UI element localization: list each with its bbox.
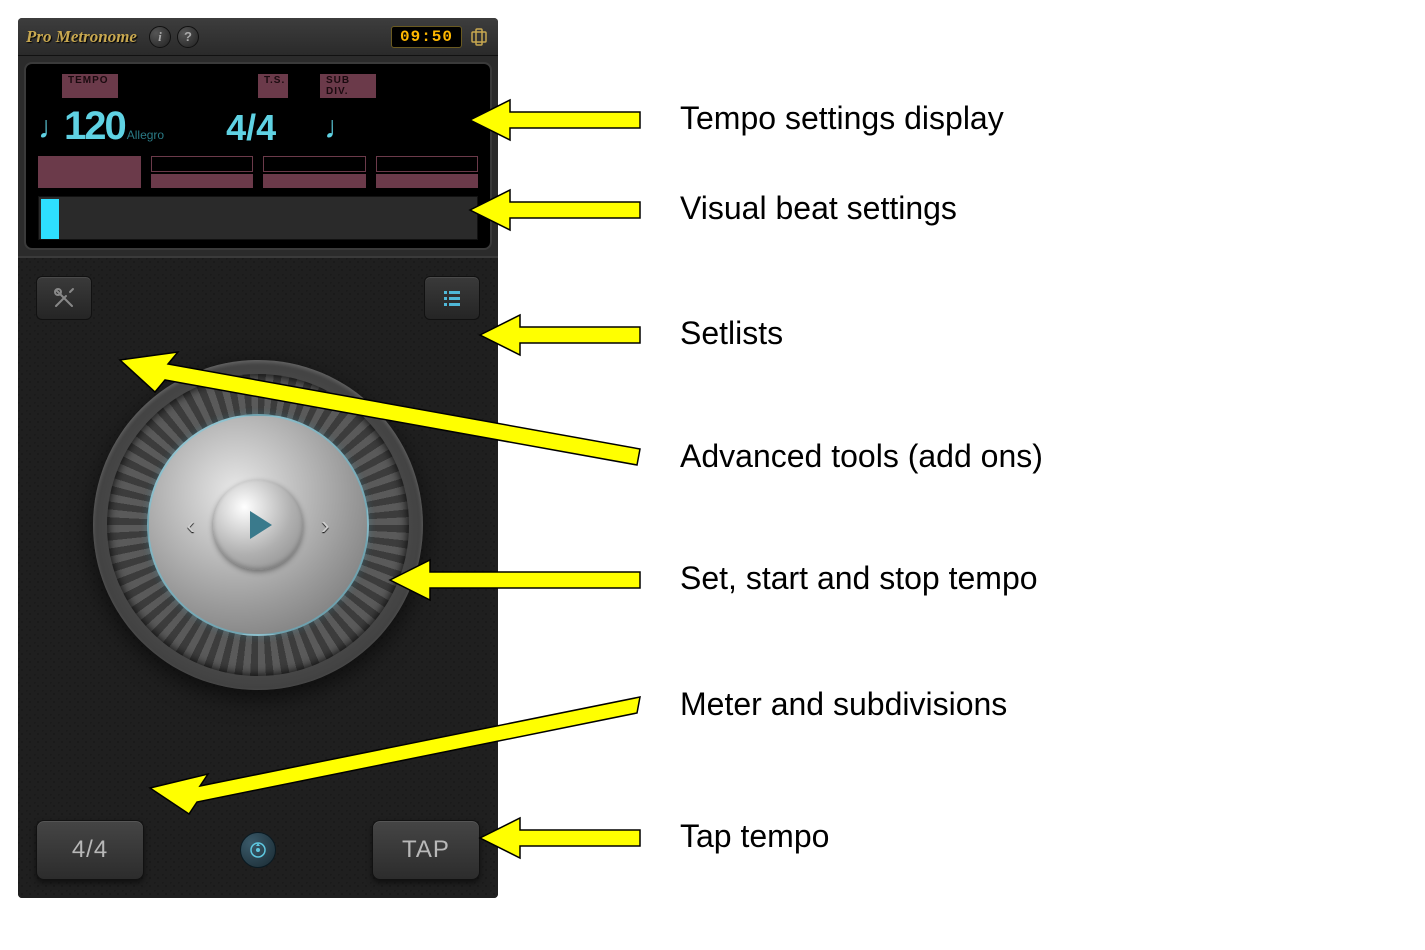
app-header: Pro Metronome i ? 09:50 — [18, 18, 498, 56]
help-button[interactable]: ? — [177, 26, 199, 48]
rotate-icon — [470, 28, 488, 46]
control-panel: ‹ › 4/4 TAP — [18, 256, 498, 898]
annotation-setlists: Setlists — [660, 315, 783, 352]
beat-box-3[interactable] — [263, 156, 366, 188]
tempo-value: 120 — [64, 106, 125, 146]
tap-tempo-button[interactable]: TAP — [372, 820, 480, 880]
annotation-label: Meter and subdivisions — [680, 686, 1007, 723]
subdiv-note-icon: ♩ — [324, 109, 356, 146]
annotation-label: Visual beat settings — [680, 190, 957, 227]
meter-button[interactable]: 4/4 — [36, 820, 144, 880]
annotation-tempo-display: Tempo settings display — [660, 100, 1004, 137]
tempo-decrease-button[interactable]: ‹ — [186, 510, 195, 541]
beat-accent-row[interactable] — [38, 156, 478, 188]
annotation-tap: Tap tempo — [660, 818, 829, 855]
lcd-heading-row: TEMPO T.S. SUB DIV. — [38, 74, 478, 98]
visual-beat-bar[interactable] — [38, 196, 478, 240]
tempo-increase-button[interactable]: › — [321, 510, 330, 541]
dial-face: ‹ › — [147, 414, 369, 636]
tools-icon — [52, 286, 76, 310]
list-icon — [440, 286, 464, 310]
annotation-advanced-tools: Advanced tools (add ons) — [660, 438, 1043, 475]
info-icon: i — [158, 29, 162, 45]
tempo-heading: TEMPO — [62, 74, 118, 98]
clock-display: 09:50 — [391, 26, 462, 48]
meter-button-label: 4/4 — [72, 836, 108, 864]
lcd-panel: TEMPO T.S. SUB DIV. ♩ 120 Allegro 4/4 ♩ — [24, 62, 492, 250]
annotation-label: Advanced tools (add ons) — [680, 438, 1043, 475]
tap-button-label: TAP — [402, 836, 450, 864]
time-signature-value: 4/4 — [226, 110, 276, 146]
bottom-button-row: 4/4 TAP — [36, 820, 480, 880]
annotation-label: Set, start and stop tempo — [680, 560, 1038, 597]
beat-box-4[interactable] — [376, 156, 479, 188]
setlists-button[interactable] — [424, 276, 480, 320]
annotation-label: Tempo settings display — [680, 100, 1004, 137]
annotation-label: Tap tempo — [680, 818, 829, 855]
lcd-values-row[interactable]: ♩ 120 Allegro 4/4 ♩ — [38, 100, 478, 146]
annotation-dial: Set, start and stop tempo — [660, 560, 1038, 597]
annotation-meter: Meter and subdivisions — [660, 686, 1007, 723]
sound-mode-button[interactable] — [240, 832, 276, 868]
dial-small-icon — [248, 840, 268, 860]
info-button[interactable]: i — [149, 26, 171, 48]
beat-position-indicator — [41, 199, 59, 239]
metronome-app: Pro Metronome i ? 09:50 TEMPO T.S. SUB D… — [18, 18, 498, 898]
play-button[interactable] — [213, 480, 303, 570]
advanced-tools-button[interactable] — [36, 276, 92, 320]
help-icon: ? — [184, 29, 192, 44]
tool-row — [36, 276, 480, 320]
annotation-label: Setlists — [680, 315, 783, 352]
app-title: Pro Metronome — [26, 27, 137, 47]
tempo-dial[interactable]: ‹ › — [93, 360, 423, 690]
subdiv-heading: SUB DIV. — [320, 74, 376, 98]
ts-heading: T.S. — [258, 74, 288, 98]
beat-box-1[interactable] — [38, 156, 141, 188]
play-icon — [250, 511, 272, 539]
beat-box-2[interactable] — [151, 156, 254, 188]
annotation-visual-beat: Visual beat settings — [660, 190, 957, 227]
tempo-note-icon: ♩ — [38, 109, 62, 146]
tempo-name: Allegro — [127, 128, 164, 142]
rotate-button[interactable] — [468, 26, 490, 48]
